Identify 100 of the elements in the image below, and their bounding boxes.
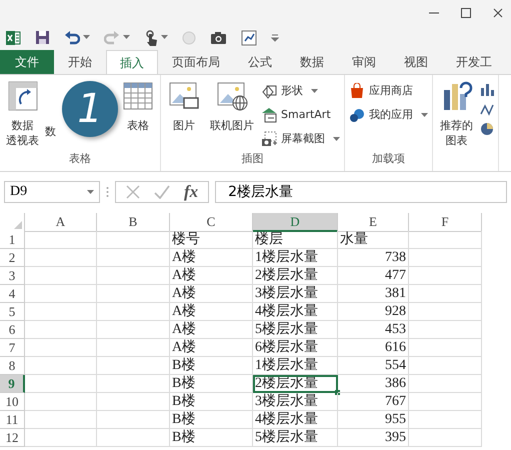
row-header[interactable]: 5 — [0, 303, 25, 321]
table-cell: 616 — [338, 339, 409, 357]
name-box[interactable]: D9 — [4, 181, 100, 203]
ribbon-button[interactable]: 数 — [45, 124, 56, 139]
table-cell: 5楼层水量 — [253, 321, 338, 339]
caret-icon[interactable] — [83, 35, 90, 40]
ribbon-button[interactable]: 屏幕截图 — [261, 128, 340, 149]
table-cell: 6楼层水量 — [253, 339, 338, 357]
group-label: 表格 — [68, 151, 92, 167]
smartart-icon — [261, 106, 277, 122]
table-icon — [122, 80, 154, 112]
table-cell: B楼 — [170, 375, 253, 393]
table-cell: 3楼层水量 — [253, 393, 338, 411]
drag-handle-icon[interactable] — [106, 186, 109, 198]
caret-icon[interactable] — [161, 35, 168, 40]
row-header[interactable]: 8 — [0, 357, 25, 375]
column-header[interactable]: A — [25, 213, 97, 232]
table-cell: 738 — [338, 249, 409, 267]
caret-icon[interactable] — [123, 35, 130, 40]
row-header[interactable]: 2 — [0, 249, 25, 267]
insert-function-button[interactable]: fx — [184, 182, 198, 202]
store-bag-icon — [349, 82, 365, 98]
caret-icon[interactable] — [333, 137, 340, 142]
close-icon[interactable] — [491, 6, 505, 20]
column-header[interactable]: E — [338, 213, 409, 232]
column-header[interactable]: B — [97, 213, 170, 232]
group-label: 插图 — [240, 151, 264, 167]
table-cell: 4楼层水量 — [253, 303, 338, 321]
table-cell: B楼 — [170, 429, 253, 447]
row-header[interactable]: 1 — [0, 231, 25, 249]
screenshot-icon — [261, 130, 277, 146]
save-icon[interactable] — [35, 30, 50, 45]
row-header[interactable]: 4 — [0, 285, 25, 303]
ribbon-button[interactable]: 图片 — [165, 78, 203, 151]
table-cell: 381 — [338, 285, 409, 303]
table-cell: B楼 — [170, 411, 253, 429]
column-header[interactable]: C — [170, 213, 253, 232]
table-cell: 4楼层水量 — [253, 411, 338, 429]
ribbon-tab[interactable]: 数据 — [286, 50, 338, 74]
ribbon-button[interactable]: SmartArt — [261, 104, 340, 125]
camera-icon[interactable] — [210, 30, 227, 44]
table-cell: A楼 — [170, 267, 253, 285]
group-label: 加载项 — [371, 151, 406, 167]
ribbon-button[interactable]: 推荐的 图表 — [437, 78, 476, 151]
apps-icon — [349, 106, 365, 122]
table-cell: A楼 — [170, 249, 253, 267]
row-header[interactable]: 6 — [0, 321, 25, 339]
table-cell: 453 — [338, 321, 409, 339]
ribbon-tab[interactable]: 开始 — [54, 50, 106, 74]
undo-icon[interactable] — [64, 30, 80, 44]
row-header[interactable]: 10 — [0, 393, 25, 411]
customize-icon[interactable] — [271, 34, 279, 42]
row-header[interactable]: 3 — [0, 267, 25, 285]
ribbon-tab[interactable]: 公式 — [234, 50, 286, 74]
row-header[interactable]: 9 — [0, 375, 25, 393]
caret-icon[interactable] — [421, 113, 428, 118]
column-chart-icon[interactable] — [480, 82, 494, 96]
ribbon-tab[interactable]: 页面布局 — [158, 50, 234, 74]
table-cell: 3楼层水量 — [253, 285, 338, 303]
maximize-icon[interactable] — [459, 6, 473, 20]
formula-field[interactable]: 2楼层水量 — [215, 181, 507, 203]
ribbon-button[interactable]: 联机图片 — [207, 78, 257, 151]
table-cell: 767 — [338, 393, 409, 411]
table-cell: 楼层 — [253, 231, 338, 249]
column-header[interactable]: F — [409, 213, 482, 232]
online-picture-icon — [216, 80, 248, 112]
ribbon-tab[interactable]: 审阅 — [338, 50, 390, 74]
table-cell: A楼 — [170, 339, 253, 357]
ribbon-button[interactable]: 我的应用 — [349, 104, 428, 125]
ribbon-tab[interactable]: 开发工 — [442, 50, 506, 74]
table-cell: 477 — [338, 267, 409, 285]
file-tab[interactable]: 文件 — [0, 50, 54, 74]
row-header[interactable]: 12 — [0, 429, 25, 447]
row-header[interactable]: 11 — [0, 411, 25, 429]
table-cell: 955 — [338, 411, 409, 429]
column-header[interactable]: D — [253, 213, 338, 232]
line-chart-icon[interactable] — [480, 102, 494, 116]
ribbon-button[interactable]: 应用商店 — [349, 80, 428, 101]
table-cell: 928 — [338, 303, 409, 321]
pie-chart-icon[interactable] — [480, 122, 494, 136]
ribbon-button[interactable]: 数据 透视表 — [4, 78, 42, 151]
caret-icon[interactable] — [87, 190, 94, 194]
table-cell: 554 — [338, 357, 409, 375]
chart-tool-icon[interactable] — [241, 30, 257, 46]
spreadsheet-logo-icon[interactable] — [5, 30, 21, 46]
touch-icon[interactable] — [144, 30, 158, 46]
table-cell: 1楼层水量 — [253, 249, 338, 267]
row-header[interactable]: 7 — [0, 339, 25, 357]
check-icon[interactable] — [154, 185, 170, 199]
shapes-icon — [261, 82, 277, 98]
table-cell: B楼 — [170, 393, 253, 411]
ribbon-button[interactable]: 形状 — [261, 80, 340, 101]
table-cell: 5楼层水量 — [253, 429, 338, 447]
table-cell: B楼 — [170, 357, 253, 375]
step-badge: 1 — [62, 81, 118, 137]
ribbon-tab[interactable]: 视图 — [390, 50, 442, 74]
pivot-table-icon — [6, 80, 39, 112]
ribbon-button[interactable]: 表格 — [120, 78, 156, 151]
caret-icon[interactable] — [311, 89, 318, 94]
ribbon-tab[interactable]: 插入 — [106, 50, 158, 74]
